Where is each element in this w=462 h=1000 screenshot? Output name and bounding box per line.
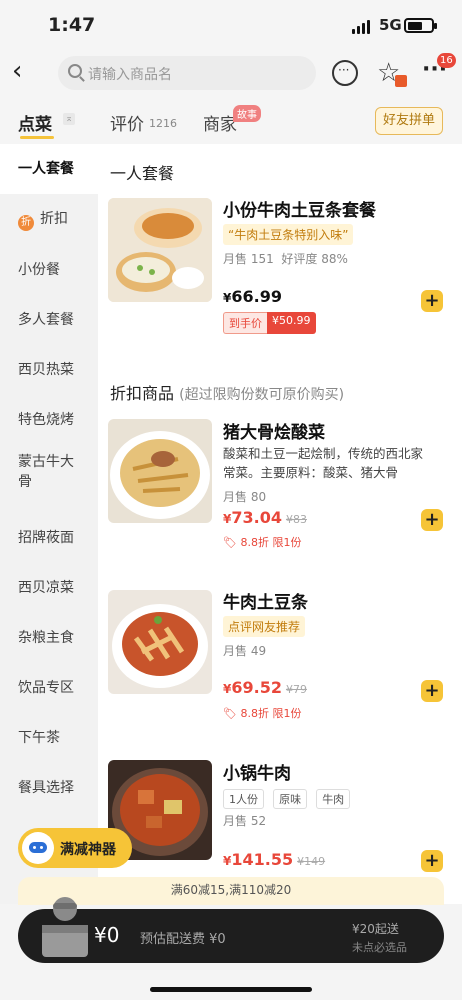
add-to-cart-button[interactable]: + — [421, 509, 443, 531]
menu-list: 一人套餐 小份牛肉土豆条套餐 “牛肉土豆条特别入味” 月售 151 好评度 88… — [98, 144, 462, 904]
top-navigation: ‹ 请输入商品名 ☆ ··· 16 — [0, 48, 462, 100]
dish-price: ¥66.99 — [223, 287, 282, 306]
active-tab-indicator — [20, 136, 54, 139]
dish-description: 酸菜和土豆一起烩制，传统的西北家常菜。主要原料：酸菜、猪大骨 — [223, 446, 424, 480]
final-price-tag: 到手价 ¥50.99 — [223, 312, 316, 334]
sidebar-item-solo-set[interactable]: 一人套餐 — [0, 144, 98, 194]
search-placeholder: 请输入商品名 — [88, 67, 172, 83]
red-envelope-icon — [395, 75, 407, 87]
search-input[interactable]: 请输入商品名 — [58, 56, 316, 90]
message-count-badge: 16 — [437, 53, 456, 68]
tab-order[interactable]: 点菜 — [18, 110, 52, 135]
group-order-button[interactable]: 好友拼单 — [375, 107, 443, 135]
story-badge: 故事 — [233, 105, 261, 122]
delivery-box-icon[interactable] — [36, 893, 94, 959]
sidebar-item-discount[interactable]: 折折扣 — [0, 209, 98, 231]
sidebar-item-multi-set[interactable]: 多人套餐 — [0, 310, 98, 330]
promo-helper-label: 满减神器 — [60, 842, 116, 858]
spec-chip[interactable]: 原味 — [273, 789, 308, 809]
required-item-note: 未点必选品 — [352, 941, 407, 954]
delivery-fee: 预估配送费 ¥0 — [140, 932, 226, 947]
back-arrow-icon[interactable]: ‹ — [12, 56, 38, 86]
dish-name[interactable]: 小锅牛肉 — [223, 759, 291, 784]
status-time: 1:47 — [48, 14, 96, 36]
monthly-sales: 月售 80 — [223, 490, 267, 504]
dish-price: ¥69.52 ¥79 — [223, 678, 307, 697]
status-bar: 1:47 5G — [0, 0, 462, 48]
spec-chip[interactable]: 1人份 — [223, 789, 264, 809]
min-order: ¥20起送 — [352, 922, 399, 936]
add-to-cart-button[interactable]: + — [421, 850, 443, 872]
category-sidebar: 一人套餐 折折扣 小份餐 多人套餐 西贝热菜 特色烧烤 蒙古牛大骨 招牌莜面 西… — [0, 144, 98, 904]
sidebar-item-label: 折扣 — [40, 211, 68, 227]
dish-price: ¥73.04 ¥83 — [223, 508, 307, 527]
monthly-sales: 月售 151 — [223, 252, 274, 266]
rating: 好评度 88% — [281, 252, 348, 266]
tab-bar: 点菜 ⌅ 评价 1216 商家 故事 好友拼单 — [0, 100, 462, 144]
monthly-sales: 月售 52 — [223, 814, 267, 828]
dish-name[interactable]: 牛肉土豆条 — [223, 588, 308, 613]
dish-image[interactable] — [108, 419, 212, 523]
dish-meta: 月售 151 好评度 88% — [223, 250, 348, 267]
spec-chip[interactable]: 牛肉 — [316, 789, 351, 809]
dish-price: ¥141.55 ¥149 — [223, 850, 326, 869]
sidebar-item-bbq[interactable]: 特色烧烤 — [0, 410, 98, 430]
dish-image[interactable] — [108, 590, 212, 694]
review-count: 1216 — [149, 117, 177, 130]
section-title: 折扣商品 (超过限购份数可原价购买) — [110, 384, 345, 403]
network-label: 5G — [379, 16, 402, 34]
discount-icon: 折 — [18, 215, 34, 231]
dish-name[interactable]: 猪大骨烩酸菜 — [223, 418, 325, 443]
dish-tag: “牛肉土豆条特别入味” — [223, 224, 354, 245]
battery-icon — [404, 18, 437, 33]
add-to-cart-button[interactable]: + — [421, 680, 443, 702]
tab-shop[interactable]: 商家 — [203, 110, 237, 135]
discount-label: 🏷 8.8折 限1份 — [223, 707, 302, 720]
search-icon — [68, 64, 82, 78]
home-indicator — [150, 987, 312, 992]
sidebar-item-cold-dishes[interactable]: 西贝凉菜 — [0, 578, 98, 598]
monthly-sales: 月售 49 — [223, 644, 267, 658]
dish-tag: 点评网友推荐 — [223, 616, 306, 637]
discount-label: 🏷 8.8折 限1份 — [223, 536, 302, 549]
cart-bar[interactable]: ¥0 预估配送费 ¥0 ¥20起送 未点必选品 — [18, 897, 444, 963]
sidebar-item-drinks[interactable]: 饮品专区 — [0, 678, 98, 698]
tab-review[interactable]: 评价 — [110, 110, 144, 135]
customer-service-icon[interactable] — [332, 60, 358, 86]
sidebar-item-staple[interactable]: 杂粮主食 — [0, 628, 98, 648]
sidebar-item-hot-dishes[interactable]: 西贝热菜 — [0, 360, 98, 380]
sidebar-item-youmian[interactable]: 招牌莜面 — [0, 528, 98, 548]
sidebar-item-tableware[interactable]: 餐具选择 — [0, 778, 98, 798]
add-to-cart-button[interactable]: + — [421, 290, 443, 312]
section-title: 一人套餐 — [110, 164, 175, 183]
dish-image[interactable] — [108, 198, 212, 302]
collapse-icon[interactable]: ⌅ — [63, 113, 75, 125]
spec-chips: 1人份 原味 牛肉 — [223, 788, 354, 809]
dish-name[interactable]: 小份牛肉土豆条套餐 — [223, 196, 376, 221]
sidebar-item-afternoon-tea[interactable]: 下午茶 — [0, 728, 98, 748]
sidebar-item-mongol-bone[interactable]: 蒙古牛大骨 — [0, 452, 80, 492]
signal-icon — [352, 20, 370, 34]
sidebar-item-small-portion[interactable]: 小份餐 — [0, 260, 98, 280]
promo-helper-button[interactable]: 满减神器 — [18, 828, 132, 868]
robot-icon — [22, 832, 54, 864]
cart-total: ¥0 — [94, 923, 120, 947]
